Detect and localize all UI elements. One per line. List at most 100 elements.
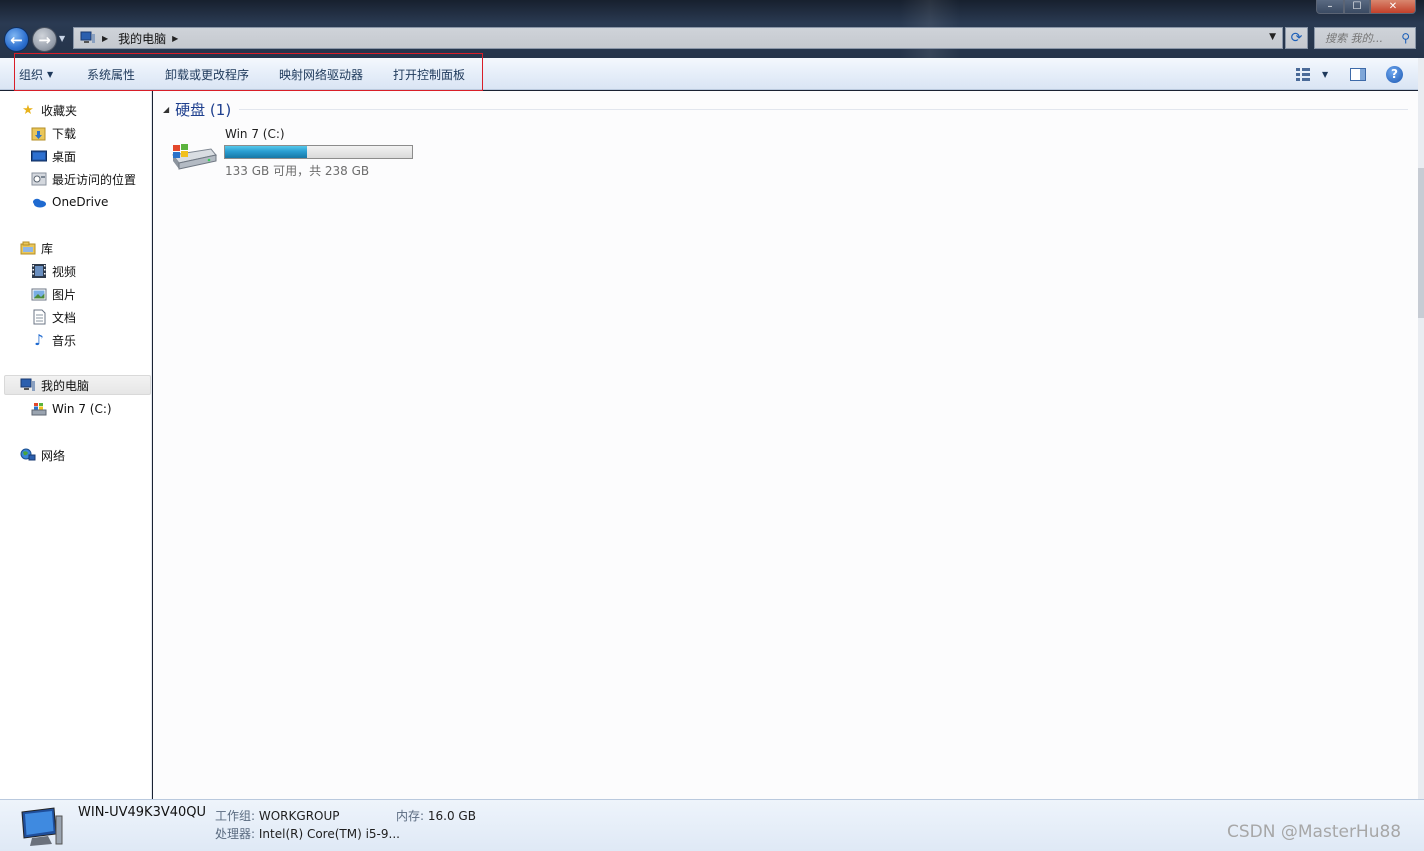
nav-favorites-label: 收藏夹 — [41, 103, 78, 118]
details-pane: WIN-UV49K3V40QU 工作组: WORKGROUP 内存: 16.0 … — [0, 799, 1424, 851]
watermark-text: CSDN @MasterHu88 — [1227, 822, 1402, 842]
nav-videos[interactable]: 视频 — [31, 261, 76, 281]
recent-pages-dropdown[interactable]: ▼ — [59, 34, 65, 43]
cloud-icon — [31, 194, 47, 210]
nav-documents-label: 文档 — [52, 310, 77, 325]
arrow-right-icon: → — [38, 30, 51, 49]
nav-desktop-label: 桌面 — [52, 149, 77, 164]
breadcrumb-computer[interactable]: 我的电脑 — [118, 30, 166, 47]
processor-info: 处理器: Intel(R) Core(TM) i5-9... — [215, 825, 400, 842]
preview-pane-icon — [1350, 67, 1366, 81]
command-bar: 组织 ▼ 系统属性 卸载或更改程序 映射网络驱动器 打开控制面板 ▼ ? — [0, 53, 1418, 91]
search-icon[interactable]: ⚲ — [1401, 31, 1410, 45]
open-control-panel-button[interactable]: 打开控制面板 — [393, 66, 465, 83]
nav-pictures[interactable]: 图片 — [31, 284, 76, 304]
memory-info: 内存: 16.0 GB — [396, 807, 476, 824]
downloads-folder-icon — [31, 125, 47, 141]
network-icon — [20, 447, 36, 463]
file-list-area: ◢ 硬盘 (1) Win 7 (C:) 133 GB 可用，共 238 GB — [153, 91, 1418, 799]
film-icon — [31, 263, 47, 279]
nav-desktop[interactable]: 桌面 — [31, 146, 76, 166]
search-box[interactable]: ⚲ — [1314, 27, 1416, 49]
recent-places-icon — [31, 171, 47, 187]
processor-value: Intel(R) Core(TM) i5-9... — [258, 827, 400, 841]
organize-label: 组织 — [19, 68, 44, 82]
drive-usage-fill — [225, 146, 308, 158]
star-icon: ★ — [22, 102, 34, 118]
drive-usage-bar — [224, 145, 413, 159]
arrow-left-icon: ← — [10, 30, 23, 49]
help-icon: ? — [1386, 65, 1403, 83]
nav-music-label: 音乐 — [52, 333, 77, 348]
close-button[interactable]: ✕ — [1370, 0, 1416, 14]
nav-computer-label: 我的电脑 — [41, 378, 90, 393]
nav-libraries-label: 库 — [41, 241, 54, 256]
nav-drive-c[interactable]: Win 7 (C:) — [31, 399, 112, 419]
preview-pane-button[interactable] — [1350, 63, 1366, 85]
nav-libraries[interactable]: 库 — [20, 238, 53, 258]
nav-recent-label: 最近访问的位置 — [52, 172, 137, 187]
computer-name: WIN-UV49K3V40QU — [78, 805, 207, 820]
uninstall-program-button[interactable]: 卸载或更改程序 — [165, 66, 249, 83]
minimize-button[interactable]: – — [1316, 0, 1344, 14]
drive-space-text: 133 GB 可用，共 238 GB — [225, 164, 370, 178]
group-divider — [239, 108, 1408, 110]
nav-favorites[interactable]: ★ 收藏夹 — [20, 100, 77, 120]
picture-icon — [31, 286, 47, 302]
document-icon — [31, 309, 47, 325]
nav-downloads[interactable]: 下载 — [31, 123, 76, 143]
computer-monitor-icon — [18, 806, 64, 848]
nav-network[interactable]: 网络 — [20, 445, 65, 465]
workgroup-info: 工作组: WORKGROUP — [215, 807, 340, 824]
breadcrumb-separator-icon[interactable]: ▶ — [102, 34, 108, 43]
workgroup-value: WORKGROUP — [258, 809, 340, 823]
workgroup-label: 工作组: — [215, 809, 256, 823]
drive-item-c[interactable]: Win 7 (C:) 133 GB 可用，共 238 GB — [169, 126, 419, 178]
address-bar[interactable]: ▶ 我的电脑 ▶ ▼ — [73, 27, 1283, 49]
chevron-down-icon: ▼ — [1322, 69, 1329, 79]
group-header-hard-disks[interactable]: ◢ 硬盘 (1) — [163, 100, 1408, 119]
search-input[interactable] — [1325, 31, 1403, 45]
back-button[interactable]: ← — [4, 27, 29, 52]
collapse-triangle-icon[interactable]: ◢ — [163, 105, 169, 114]
window-edge-scrollbar[interactable] — [1418, 58, 1424, 799]
nav-onedrive[interactable]: OneDrive — [31, 192, 108, 212]
nav-recent-places[interactable]: 最近访问的位置 — [31, 169, 136, 189]
change-view-button[interactable]: ▼ — [1296, 63, 1328, 85]
processor-label: 处理器: — [215, 827, 256, 841]
scrollbar-thumb[interactable] — [1418, 168, 1424, 318]
nav-pictures-label: 图片 — [52, 287, 77, 302]
navigation-pane: ★ 收藏夹 下载 桌面 最近访问的位置 OneDrive 库 视频 图片 文档 … — [0, 91, 152, 799]
hard-drive-icon — [169, 141, 217, 171]
libraries-icon — [20, 240, 36, 256]
nav-videos-label: 视频 — [52, 264, 77, 279]
nav-onedrive-label: OneDrive — [52, 195, 109, 209]
address-dropdown-icon[interactable]: ▼ — [1269, 32, 1276, 42]
nav-network-label: 网络 — [41, 448, 66, 463]
group-title: 硬盘 (1) — [175, 100, 232, 119]
breadcrumb-chevron-icon[interactable]: ▶ — [172, 34, 178, 43]
nav-computer[interactable]: 我的电脑 — [4, 375, 151, 395]
nav-downloads-label: 下载 — [52, 126, 77, 141]
computer-icon — [80, 31, 96, 45]
chevron-down-icon: ▼ — [47, 70, 54, 79]
computer-icon — [20, 377, 36, 393]
map-network-drive-button[interactable]: 映射网络驱动器 — [279, 66, 363, 83]
forward-button[interactable]: → — [32, 27, 57, 52]
windows-drive-icon — [31, 401, 47, 417]
nav-music[interactable]: ♪ 音乐 — [31, 330, 76, 350]
desktop-icon — [31, 148, 47, 164]
memory-value: 16.0 GB — [427, 809, 476, 823]
nav-drive-c-label: Win 7 (C:) — [52, 402, 112, 416]
maximize-button[interactable]: ☐ — [1344, 0, 1370, 14]
view-grid-icon — [1296, 67, 1312, 81]
refresh-button[interactable]: ⟳ — [1285, 27, 1308, 49]
drive-name: Win 7 (C:) — [225, 127, 285, 141]
refresh-icon: ⟳ — [1290, 30, 1303, 46]
system-properties-button[interactable]: 系统属性 — [87, 66, 135, 83]
memory-label: 内存: — [396, 809, 425, 823]
nav-documents[interactable]: 文档 — [31, 307, 76, 327]
help-button[interactable]: ? — [1386, 63, 1403, 85]
organize-button[interactable]: 组织 ▼ — [19, 66, 53, 83]
music-note-icon: ♪ — [34, 331, 44, 349]
